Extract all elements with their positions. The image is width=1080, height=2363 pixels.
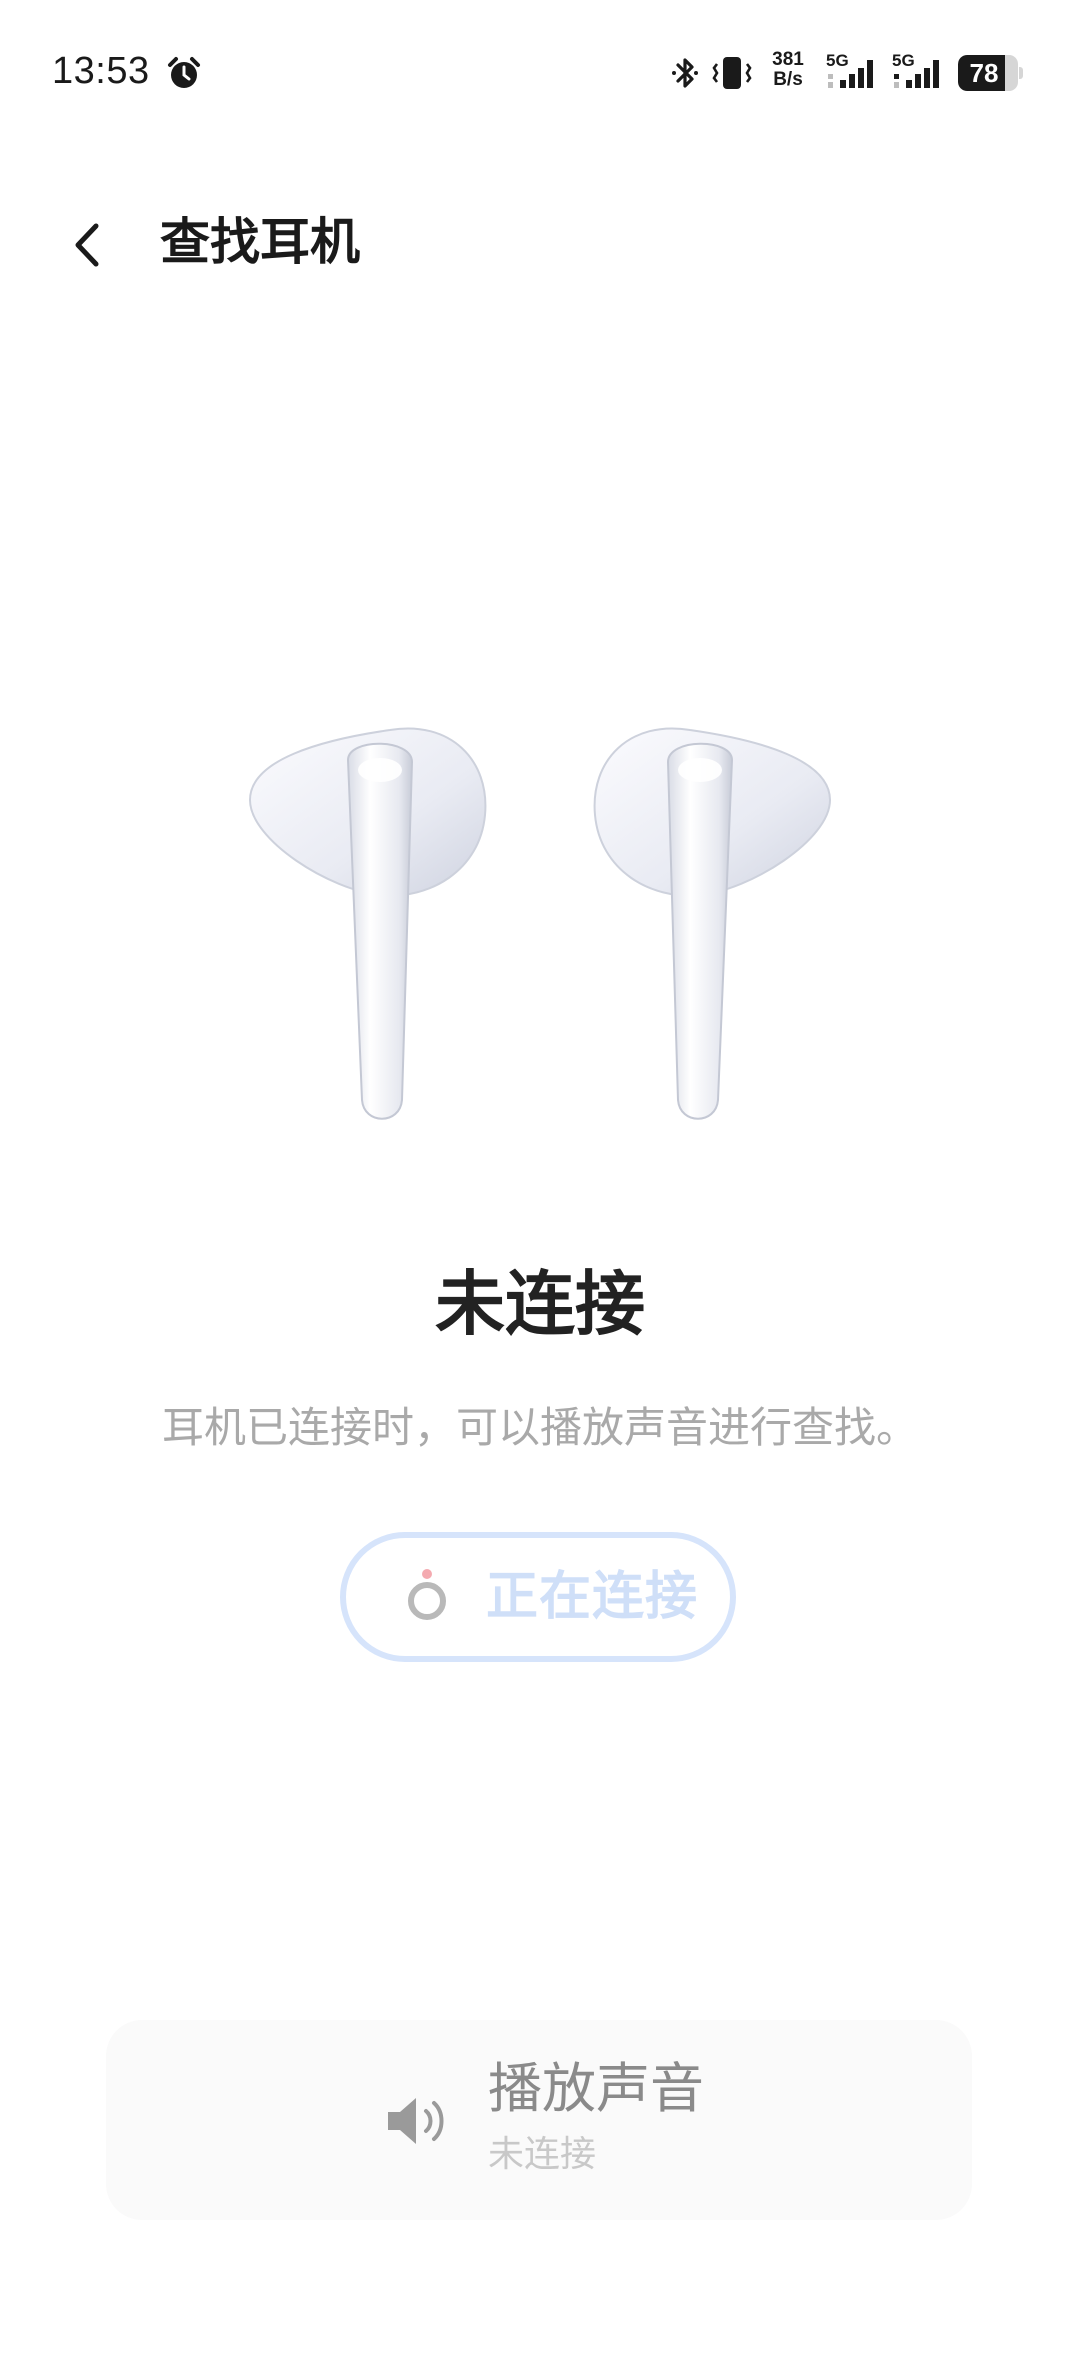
- network-speed-unit: B/s: [773, 69, 803, 90]
- network-speed-value: 381: [772, 49, 804, 70]
- battery-icon: 78: [958, 55, 1024, 91]
- status-time: 13:53: [52, 50, 150, 92]
- back-button[interactable]: [56, 208, 116, 278]
- connection-status-title: 未连接: [435, 1263, 645, 1345]
- speaker-icon: [388, 2098, 444, 2144]
- play-sound-status: 未连接: [488, 2134, 597, 2175]
- signal-icon: 5G: [892, 52, 952, 92]
- connecting-button-label: 正在连接: [486, 1567, 699, 1627]
- battery-level-text: 78: [969, 58, 999, 88]
- signal-icon: 5G: [826, 52, 886, 92]
- chevron-left-icon: [75, 223, 99, 267]
- play-sound-button[interactable]: 播放声音 未连接: [106, 2020, 972, 2220]
- connection-hint-text: 耳机已连接时，可以播放声音进行查找。: [161, 1403, 918, 1452]
- status-bar: 13:53 381 B/s 5G 5G 78: [0, 0, 1080, 140]
- play-sound-title: 播放声音: [488, 2057, 704, 2120]
- alarm-icon: [168, 57, 200, 88]
- loading-spinner-icon: [408, 1569, 446, 1620]
- page-title: 查找耳机: [160, 213, 360, 271]
- earbuds-image: [248, 727, 832, 1120]
- right-earbud: [593, 727, 832, 1120]
- network-speed: 381 B/s: [766, 50, 810, 90]
- connecting-button[interactable]: 正在连接: [340, 1532, 736, 1662]
- vibrate-icon: [712, 57, 752, 89]
- bluetooth-icon: [672, 58, 698, 88]
- left-earbud: [248, 727, 487, 1120]
